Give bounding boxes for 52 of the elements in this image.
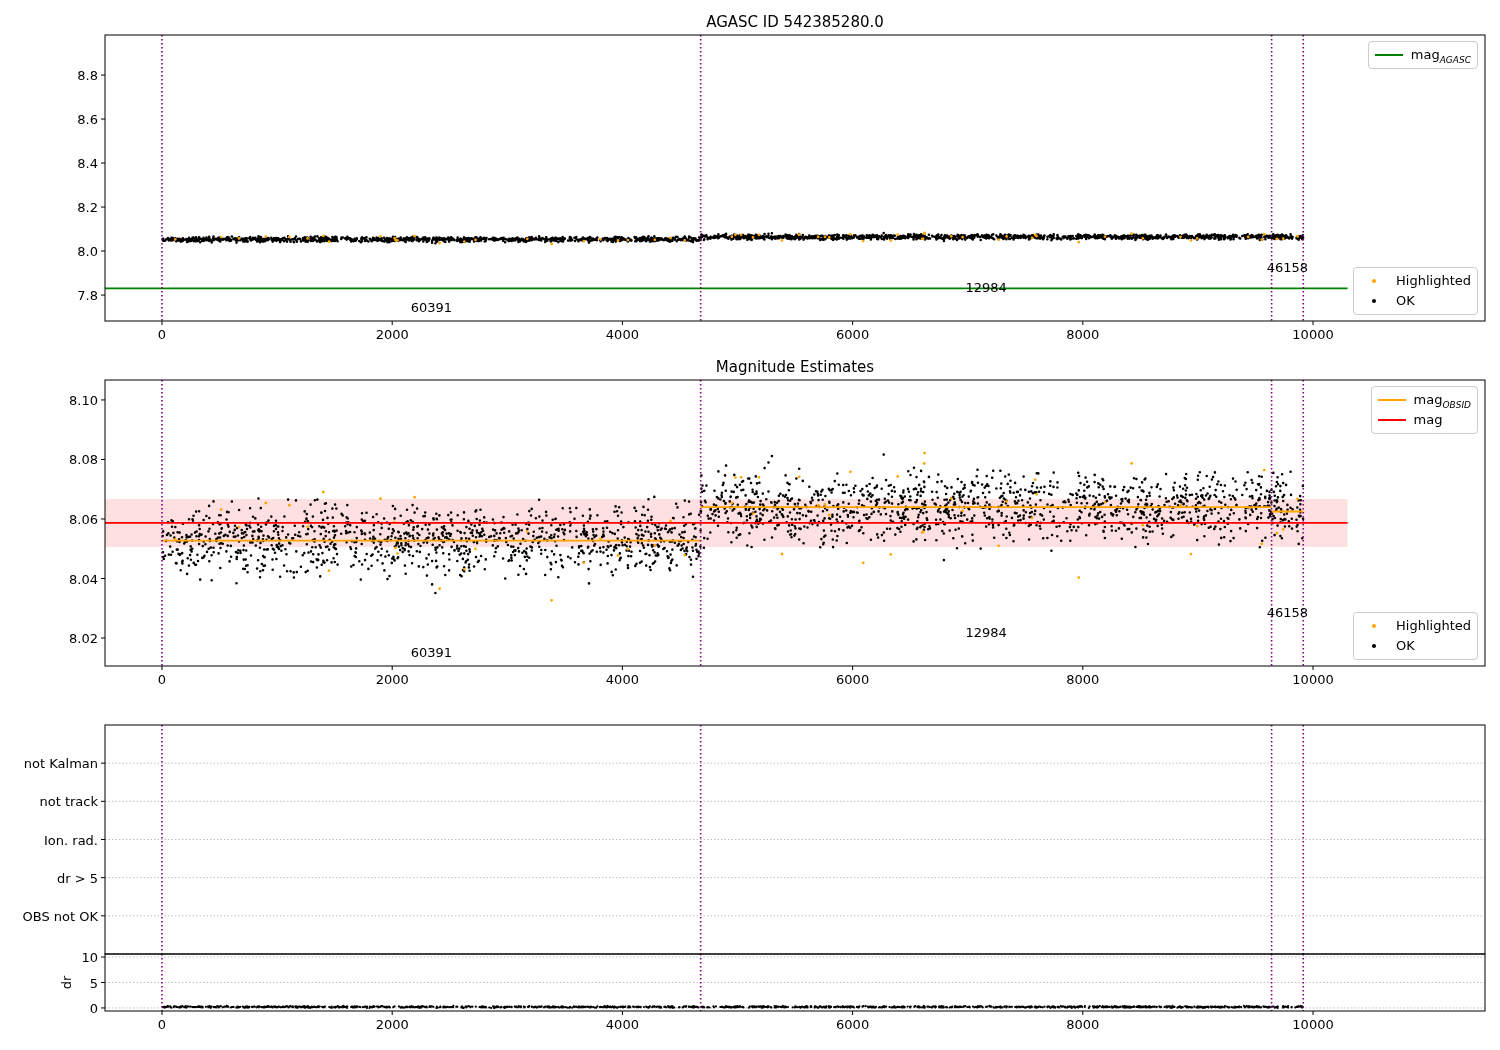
legend-label: mag$_{AGASC}$	[1410, 46, 1471, 65]
y-tick-label: 8.08	[69, 452, 98, 468]
x-tick-label: 6000	[836, 327, 870, 342]
y-tick-label: 5	[89, 975, 98, 991]
legend-label: mag	[1413, 411, 1443, 429]
y-tick-label: Ion. rad.	[44, 832, 98, 848]
y-tick-label: 8.02	[69, 631, 98, 646]
x-tick-label: 0	[157, 1017, 167, 1032]
obsid-label: 46158	[1266, 260, 1309, 275]
y-tick-label: not Kalman	[23, 756, 98, 772]
x-tick-label: 4000	[605, 672, 639, 687]
x-tick-label: 0	[157, 672, 167, 687]
x-tick-label: 8000	[1066, 1017, 1100, 1032]
chart-title: AGASC ID 542385280.0	[706, 13, 884, 31]
x-tick-label: 2000	[375, 672, 409, 687]
y-tick-label: 8.10	[69, 392, 98, 408]
obsid-label: 46158	[1266, 605, 1309, 620]
y-tick-label: not track	[39, 794, 98, 810]
obsid-label: 12984	[965, 625, 1007, 640]
chart-title: Magnitude Estimates	[715, 358, 875, 376]
x-tick-label: 2000	[375, 1017, 409, 1032]
y-tick-label: 7.8	[77, 288, 98, 304]
legend-label: OK	[1396, 292, 1415, 310]
x-tick-label: 4000	[605, 327, 639, 342]
obsid-label: 60391	[410, 645, 452, 660]
y-tick-label: 8.0	[77, 244, 98, 260]
x-tick-label: 0	[157, 327, 167, 342]
legend-label: OK	[1396, 637, 1415, 655]
x-tick-label: 10000	[1292, 1017, 1334, 1032]
x-tick-label: 10000	[1292, 327, 1334, 342]
x-tick-label: 10000	[1292, 672, 1334, 687]
x-tick-label: 6000	[836, 672, 870, 687]
x-tick-label: 8000	[1066, 327, 1100, 342]
x-tick-label: 8000	[1066, 672, 1100, 687]
y-tick-label: 0	[89, 1000, 98, 1016]
x-tick-label: 4000	[605, 1017, 639, 1032]
y-tick-label: 10	[81, 950, 98, 966]
legend-label: Highlighted	[1396, 272, 1471, 290]
y-tick-label: dr > 5	[56, 870, 98, 886]
y-tick-label: 8.04	[69, 571, 98, 587]
legend-label: Highlighted	[1396, 617, 1471, 635]
x-tick-label: 6000	[836, 1017, 870, 1032]
legend-label: mag$_{OBSID}$	[1413, 391, 1471, 410]
y-tick-label: 8.06	[69, 512, 98, 527]
y-tick-label: 8.4	[77, 156, 98, 172]
y-tick-label: OBS not OK	[22, 908, 98, 924]
y-tick-label: 8.6	[77, 112, 98, 128]
y-axis-label: dr	[59, 975, 74, 990]
x-tick-label: 2000	[375, 327, 409, 342]
obsid-label: 60391	[410, 300, 452, 315]
y-tick-label: 8.8	[77, 68, 98, 84]
y-tick-label: 8.2	[77, 200, 98, 216]
